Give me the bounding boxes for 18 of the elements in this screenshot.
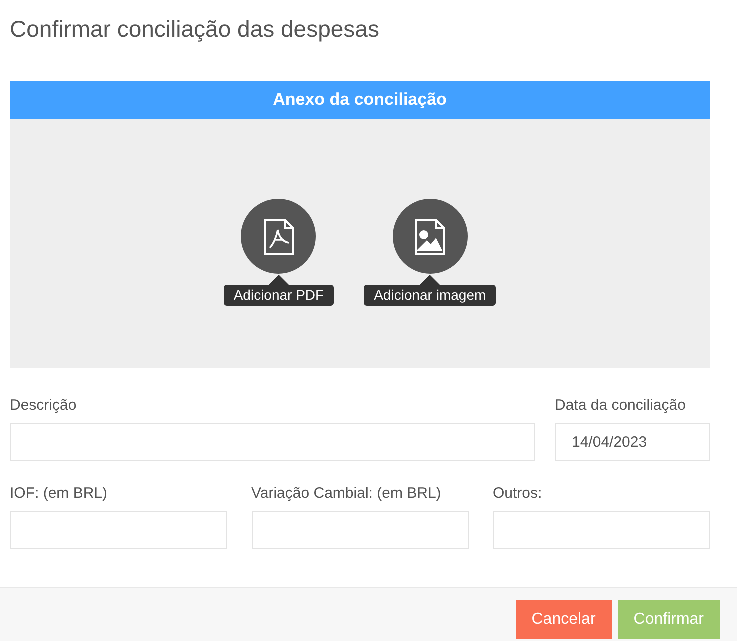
- input-field[interactable]: [10, 511, 227, 549]
- field-label: Data da conciliação: [555, 396, 687, 416]
- input-field[interactable]: [252, 511, 468, 549]
- field-label: Variação Cambial: (em BRL): [252, 484, 442, 504]
- input-field[interactable]: [10, 423, 535, 461]
- input-field[interactable]: 14/04/2023: [555, 423, 710, 461]
- tooltip-arrow-icon: [268, 275, 289, 285]
- confirm-button[interactable]: Confirmar: [618, 600, 720, 639]
- field-label: Descrição: [10, 396, 78, 416]
- panel-header: Anexo da conciliação: [10, 81, 710, 119]
- field-label: Outros:: [493, 484, 544, 504]
- dialog-title: Confirmar conciliação das despesas: [10, 16, 380, 42]
- input-field[interactable]: [493, 511, 710, 549]
- tooltip-arrow-icon: [420, 275, 440, 285]
- image-file-icon: [413, 218, 448, 256]
- pdf-file-icon: [262, 218, 296, 256]
- cancel-button[interactable]: Cancelar: [516, 600, 612, 639]
- field-label: IOF: (em BRL): [10, 484, 109, 504]
